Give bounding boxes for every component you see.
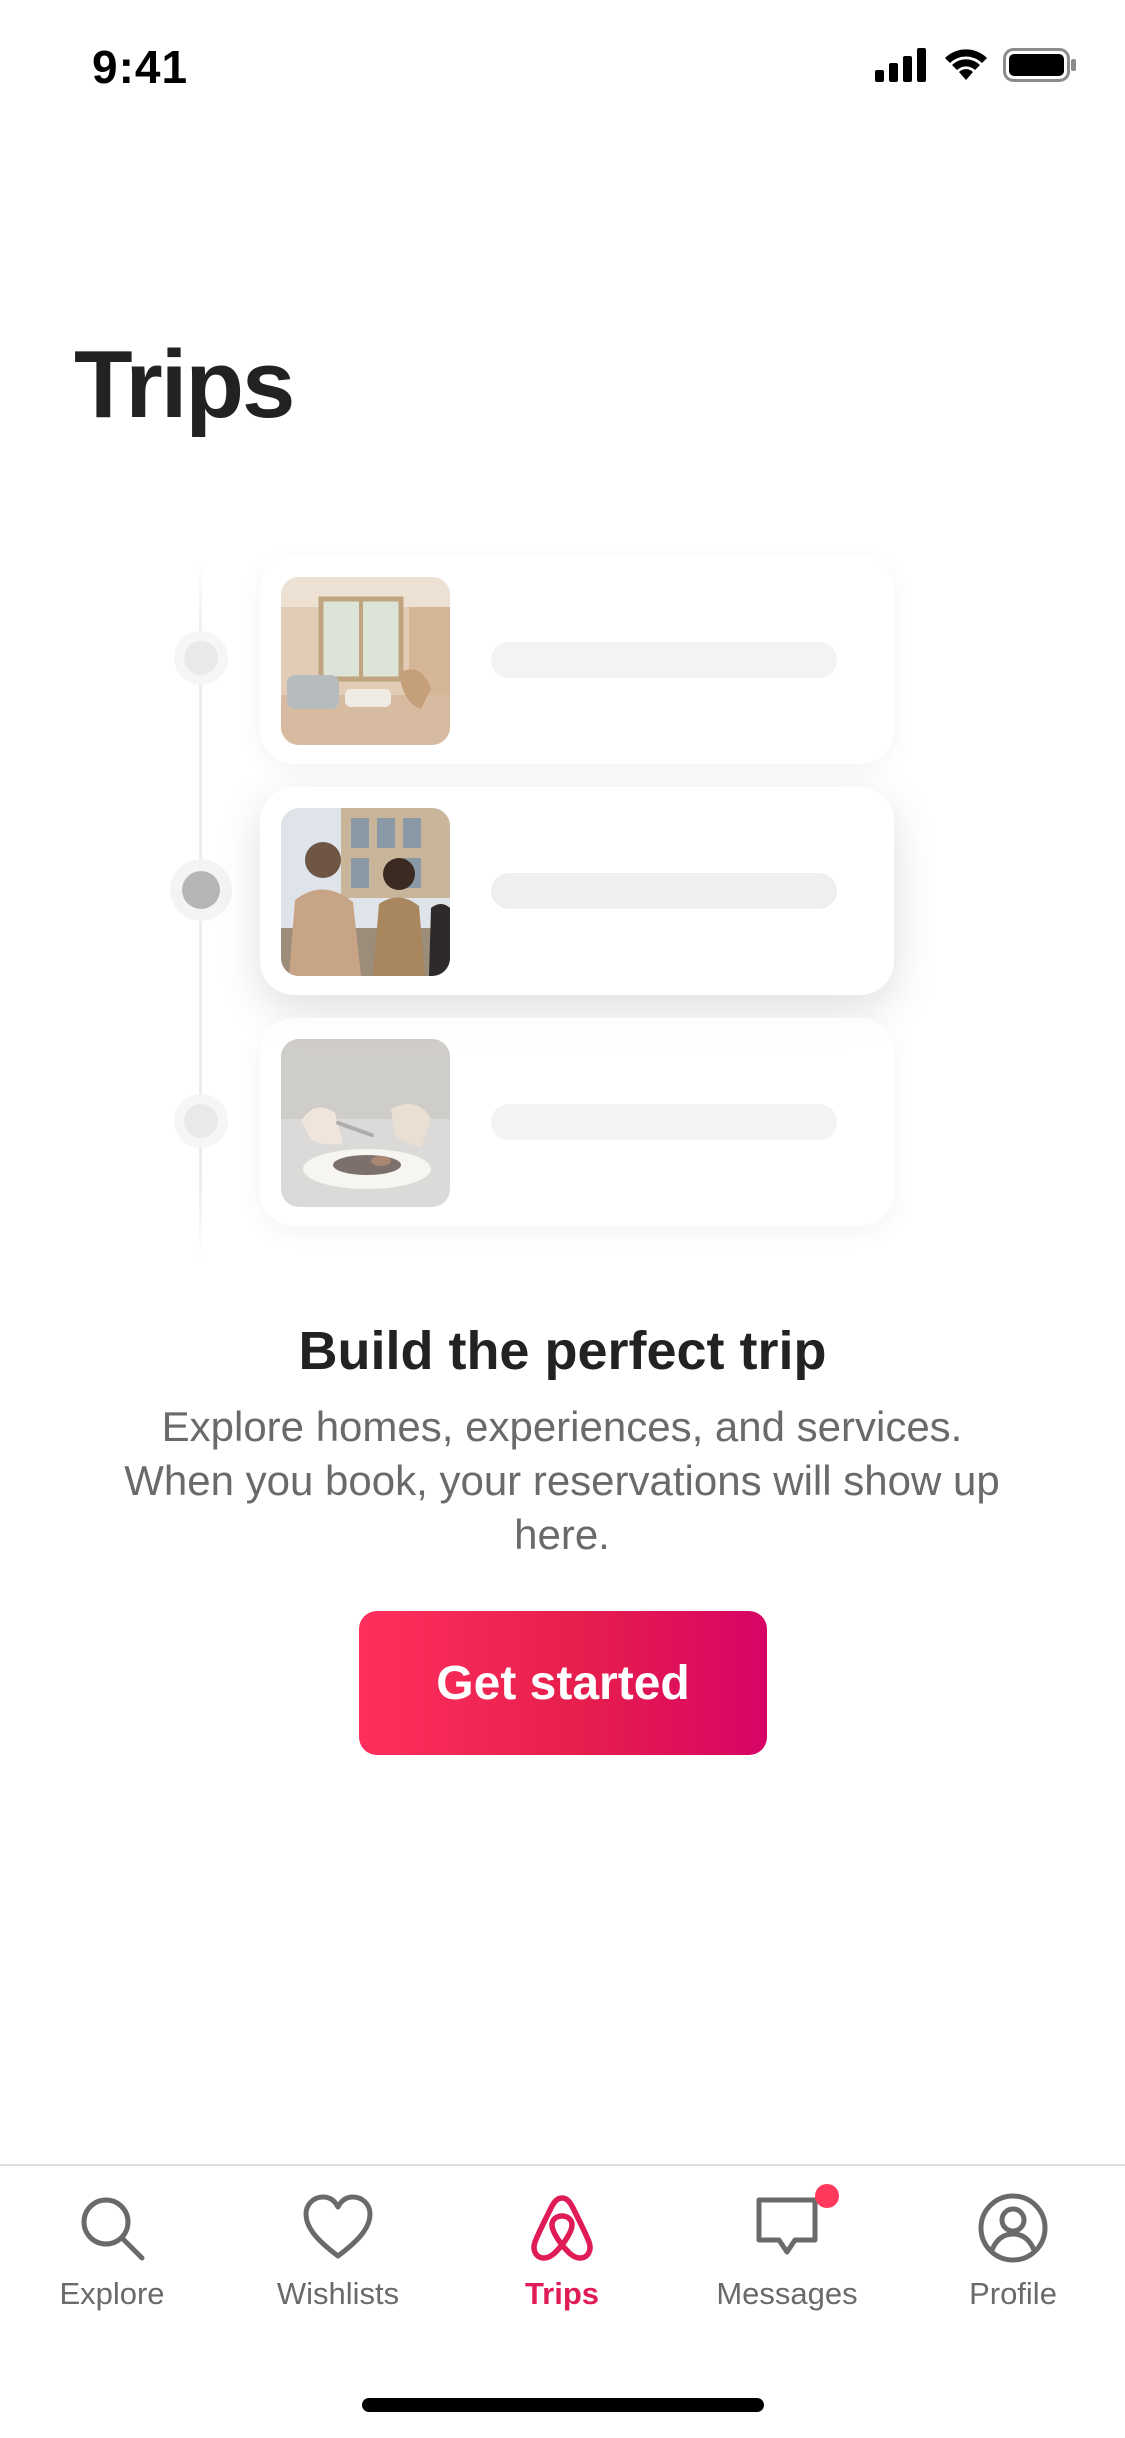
empty-state-headline: Build the perfect trip	[298, 1321, 827, 1381]
home-indicator[interactable]	[362, 2398, 764, 2412]
heart-icon	[300, 2190, 376, 2266]
trip-card-placeholder	[260, 556, 894, 764]
profile-icon	[975, 2190, 1051, 2266]
home-interior-photo	[281, 577, 450, 745]
airbnb-logo-icon	[524, 2190, 600, 2266]
timeline-dot	[184, 641, 218, 675]
status-icons	[875, 48, 1077, 87]
tab-explore[interactable]: Explore	[17, 2190, 207, 2330]
page-title: Trips	[74, 331, 295, 438]
tab-profile[interactable]: Profile	[918, 2190, 1108, 2330]
empty-state-description: Explore homes, experiences, and services…	[124, 1403, 1000, 1558]
tab-trips[interactable]: Trips	[467, 2190, 657, 2330]
tab-wishlists[interactable]: Wishlists	[243, 2190, 433, 2330]
food-plating-photo	[281, 1039, 450, 1207]
tab-label: Messages	[716, 2276, 858, 2311]
text-placeholder-bar	[491, 873, 837, 909]
timeline-dot-active	[182, 871, 220, 909]
people-sightseeing-photo	[281, 808, 450, 976]
get-started-button[interactable]: Get started	[359, 1611, 767, 1755]
wifi-icon	[943, 48, 989, 87]
timeline-dot	[184, 1104, 218, 1138]
search-icon	[74, 2190, 150, 2266]
cellular-signal-icon	[875, 48, 929, 87]
tab-label: Profile	[969, 2276, 1057, 2311]
tab-label: Wishlists	[276, 2276, 400, 2311]
notification-badge	[815, 2184, 839, 2208]
status-bar: 9:41	[0, 0, 1125, 132]
trip-card-placeholder	[260, 1018, 894, 1226]
tab-messages[interactable]: Messages	[692, 2184, 882, 2330]
tab-label: Explore	[59, 2276, 165, 2311]
tab-label: Trips	[524, 2276, 600, 2311]
bottom-tab-bar: Explore Wishlists Trips Messages Profile	[0, 2164, 1125, 2438]
battery-icon	[1003, 48, 1077, 87]
message-icon	[749, 2184, 839, 2266]
text-placeholder-bar	[491, 642, 837, 678]
trip-card-placeholder-active	[260, 787, 894, 995]
text-placeholder-bar	[491, 1104, 837, 1140]
status-time: 9:41	[92, 41, 189, 93]
